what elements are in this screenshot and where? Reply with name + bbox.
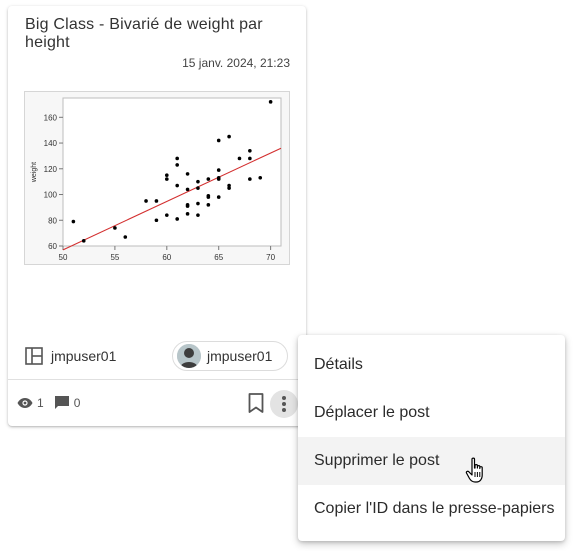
data-point bbox=[206, 177, 211, 181]
data-point bbox=[216, 175, 221, 180]
data-point bbox=[227, 183, 231, 188]
data-point bbox=[81, 239, 86, 243]
bookmark-button[interactable] bbox=[246, 392, 266, 414]
data-point bbox=[185, 172, 190, 176]
x-tick-label: 70 bbox=[266, 253, 275, 262]
card-divider bbox=[8, 379, 306, 380]
comment-count: 0 bbox=[73, 395, 81, 410]
data-point bbox=[113, 226, 117, 230]
x-tick-label: 60 bbox=[162, 253, 171, 262]
more-options-button[interactable] bbox=[270, 390, 298, 418]
data-point bbox=[165, 177, 169, 181]
view-count: 1 bbox=[37, 395, 44, 410]
data-point bbox=[175, 156, 179, 161]
author-name: jmpuser01 bbox=[207, 348, 273, 364]
owner-info[interactable]: jmpuser01 bbox=[25, 345, 116, 367]
menu-item-details[interactable]: Détails bbox=[298, 341, 565, 389]
y-tick-label: 120 bbox=[44, 165, 58, 174]
x-tick-label: 65 bbox=[214, 253, 223, 262]
eye-icon bbox=[17, 397, 33, 409]
post-card[interactable]: Big Class - Bivarié de weight par height… bbox=[8, 6, 306, 426]
y-tick-label: 160 bbox=[44, 113, 58, 122]
data-point bbox=[71, 219, 76, 224]
data-point bbox=[185, 187, 190, 192]
plot-area bbox=[62, 97, 282, 247]
x-tick-label: 55 bbox=[110, 253, 119, 262]
y-tick-label: 100 bbox=[44, 191, 58, 200]
data-point bbox=[185, 212, 190, 216]
y-tick-label: 140 bbox=[44, 139, 58, 148]
author-chip[interactable]: jmpuser01 bbox=[172, 341, 288, 371]
data-point bbox=[196, 179, 200, 184]
data-point bbox=[175, 163, 179, 167]
post-title[interactable]: Big Class - Bivarié de weight par height bbox=[25, 16, 295, 52]
post-thumbnail[interactable]: 50 55 60 65 70 60 80 100 120 140 160 weight bbox=[24, 91, 290, 265]
avatar bbox=[177, 344, 201, 368]
post-stats: 1 0 bbox=[17, 395, 80, 410]
y-tick-label: 80 bbox=[48, 216, 57, 225]
data-point bbox=[216, 195, 221, 199]
data-point bbox=[123, 235, 128, 239]
data-point bbox=[206, 194, 211, 198]
data-point bbox=[196, 201, 200, 206]
x-tick-label: 50 bbox=[59, 253, 68, 262]
data-point bbox=[175, 183, 179, 188]
data-point bbox=[196, 213, 200, 217]
post-context-menu: Détails Déplacer le post Supprimer le po… bbox=[298, 335, 565, 541]
more-vertical-icon bbox=[282, 396, 286, 412]
data-point bbox=[237, 156, 242, 161]
data-point bbox=[154, 199, 159, 203]
data-point bbox=[216, 168, 221, 172]
comment-icon bbox=[54, 395, 70, 410]
data-point bbox=[258, 175, 263, 180]
data-point bbox=[216, 138, 221, 143]
layout-panel-icon bbox=[25, 347, 43, 365]
data-point bbox=[248, 148, 252, 153]
menu-item-copy-id[interactable]: Copier l'ID dans le presse-papiers bbox=[298, 485, 565, 533]
data-point bbox=[206, 203, 211, 207]
y-axis-label: weight bbox=[31, 162, 38, 183]
data-point bbox=[196, 186, 200, 190]
data-point bbox=[227, 134, 231, 139]
data-point bbox=[165, 173, 169, 178]
data-point bbox=[185, 203, 190, 207]
data-point bbox=[248, 156, 252, 161]
data-point bbox=[175, 217, 179, 221]
post-date: 15 janv. 2024, 21:23 bbox=[182, 56, 290, 70]
hand-pointer-icon bbox=[465, 457, 483, 483]
data-point bbox=[248, 177, 252, 181]
data-point bbox=[268, 100, 273, 104]
owner-label: jmpuser01 bbox=[51, 348, 117, 364]
data-point bbox=[144, 199, 148, 203]
data-point bbox=[165, 213, 169, 217]
menu-item-delete-post[interactable]: Supprimer le post bbox=[298, 437, 565, 485]
y-tick-label: 60 bbox=[48, 242, 57, 251]
scatter-chart: 50 55 60 65 70 60 80 100 120 140 160 weight bbox=[31, 97, 282, 262]
menu-item-move-post[interactable]: Déplacer le post bbox=[298, 389, 565, 437]
data-point bbox=[154, 218, 159, 223]
bookmark-icon bbox=[248, 393, 264, 413]
